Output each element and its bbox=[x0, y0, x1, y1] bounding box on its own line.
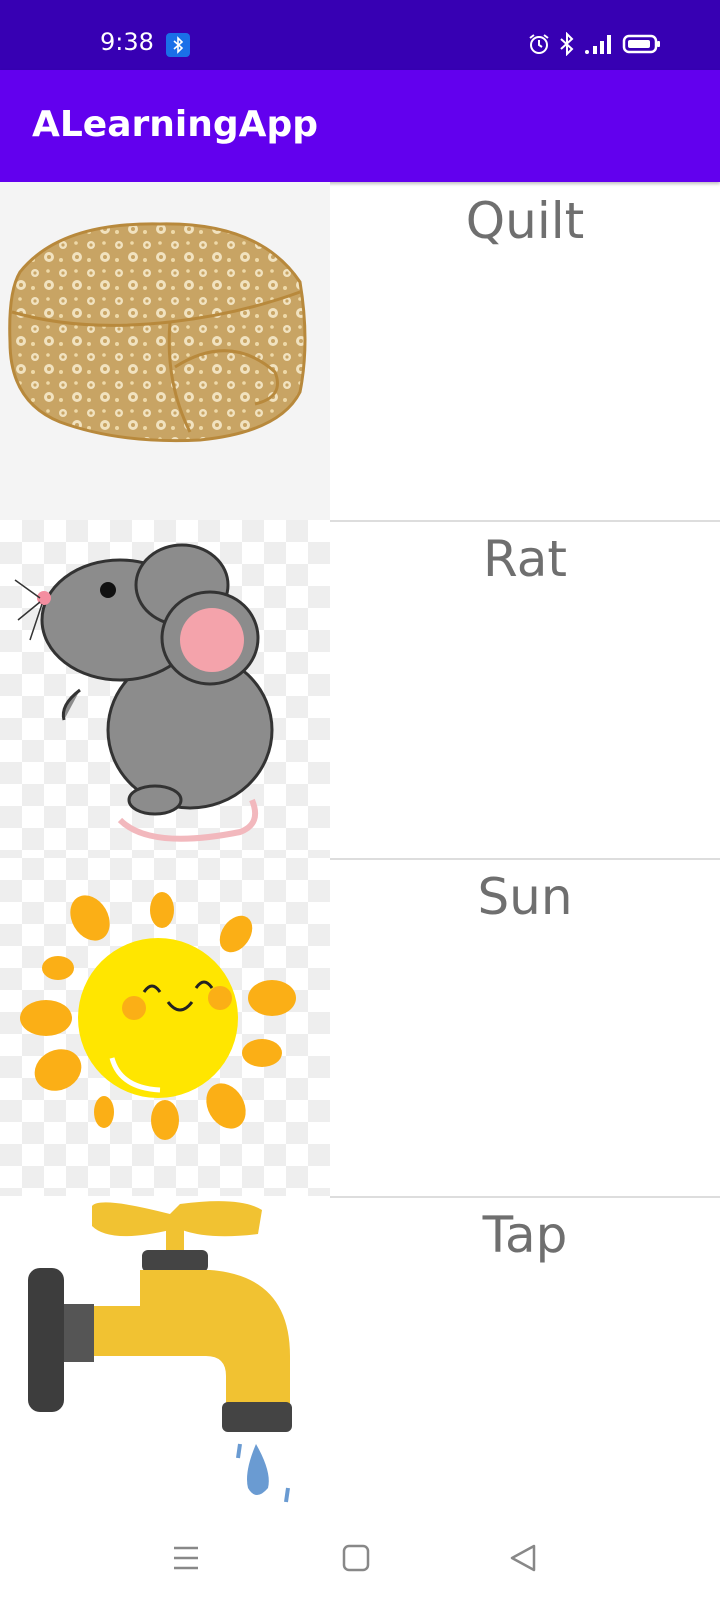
signal-icon bbox=[585, 35, 611, 54]
list-item[interactable]: Tap bbox=[0, 1196, 720, 1520]
navigation-bar bbox=[0, 1520, 720, 1600]
app-title: ALearningApp bbox=[32, 104, 319, 145]
list-item[interactable]: Sun bbox=[0, 858, 720, 1198]
status-icons bbox=[528, 32, 662, 56]
app-bar: ALearningApp bbox=[0, 70, 720, 182]
alarm-icon bbox=[529, 34, 549, 54]
sun-image bbox=[0, 858, 330, 1196]
battery-icon bbox=[622, 34, 660, 54]
item-label: Sun bbox=[477, 868, 573, 926]
tap-image bbox=[0, 1196, 330, 1520]
bluetooth-badge-icon bbox=[166, 33, 190, 57]
word-list[interactable]: Quilt Rat Sun Tap bbox=[0, 182, 720, 1520]
status-bar: 9:38 bbox=[0, 0, 720, 70]
list-item[interactable]: Rat bbox=[0, 520, 720, 860]
rat-image bbox=[0, 520, 330, 858]
item-label: Rat bbox=[483, 530, 567, 588]
quilt-image bbox=[0, 182, 330, 520]
back-icon[interactable] bbox=[504, 1538, 544, 1578]
menu-icon[interactable] bbox=[166, 1538, 206, 1578]
item-label: Quilt bbox=[465, 192, 585, 250]
item-label: Tap bbox=[482, 1206, 568, 1264]
bluetooth-icon bbox=[560, 32, 574, 56]
home-icon[interactable] bbox=[336, 1538, 376, 1578]
list-item[interactable]: Quilt bbox=[0, 182, 720, 522]
status-time: 9:38 bbox=[100, 28, 154, 56]
